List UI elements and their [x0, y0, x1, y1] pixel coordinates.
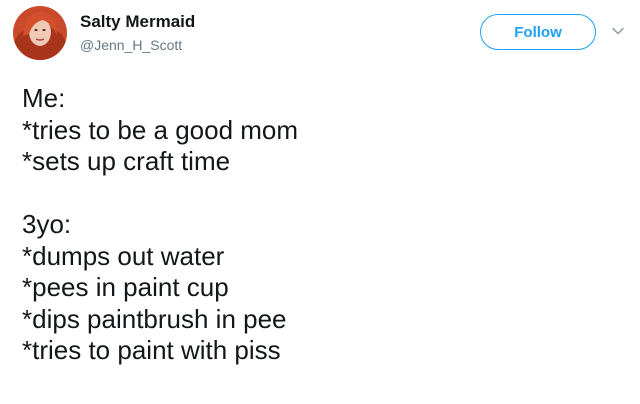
- user-handle[interactable]: @Jenn_H_Scott: [80, 37, 182, 53]
- tweet-line: *dumps out water: [22, 240, 225, 271]
- tweet-line: *tries to paint with piss: [22, 335, 281, 365]
- tweet-line: *dips paintbrush in pee: [22, 303, 287, 334]
- tweet-card: Salty Mermaid @Jenn_H_Scott Follow Me: *…: [0, 0, 640, 404]
- tweet-line: *pees in paint cup: [22, 272, 229, 302]
- tweet-line: *tries to be a good mom: [22, 114, 299, 145]
- display-name[interactable]: Salty Mermaid: [80, 12, 195, 32]
- avatar[interactable]: [13, 6, 67, 60]
- tweet-text: Me: *tries to be a good mom *sets up cra…: [22, 83, 632, 367]
- tweet-line: Me:: [22, 83, 66, 113]
- chevron-down-icon[interactable]: [611, 24, 625, 38]
- tweet-line: 3yo:: [22, 209, 72, 239]
- follow-button[interactable]: Follow: [480, 14, 596, 50]
- tweet-line: *sets up craft time: [22, 146, 231, 176]
